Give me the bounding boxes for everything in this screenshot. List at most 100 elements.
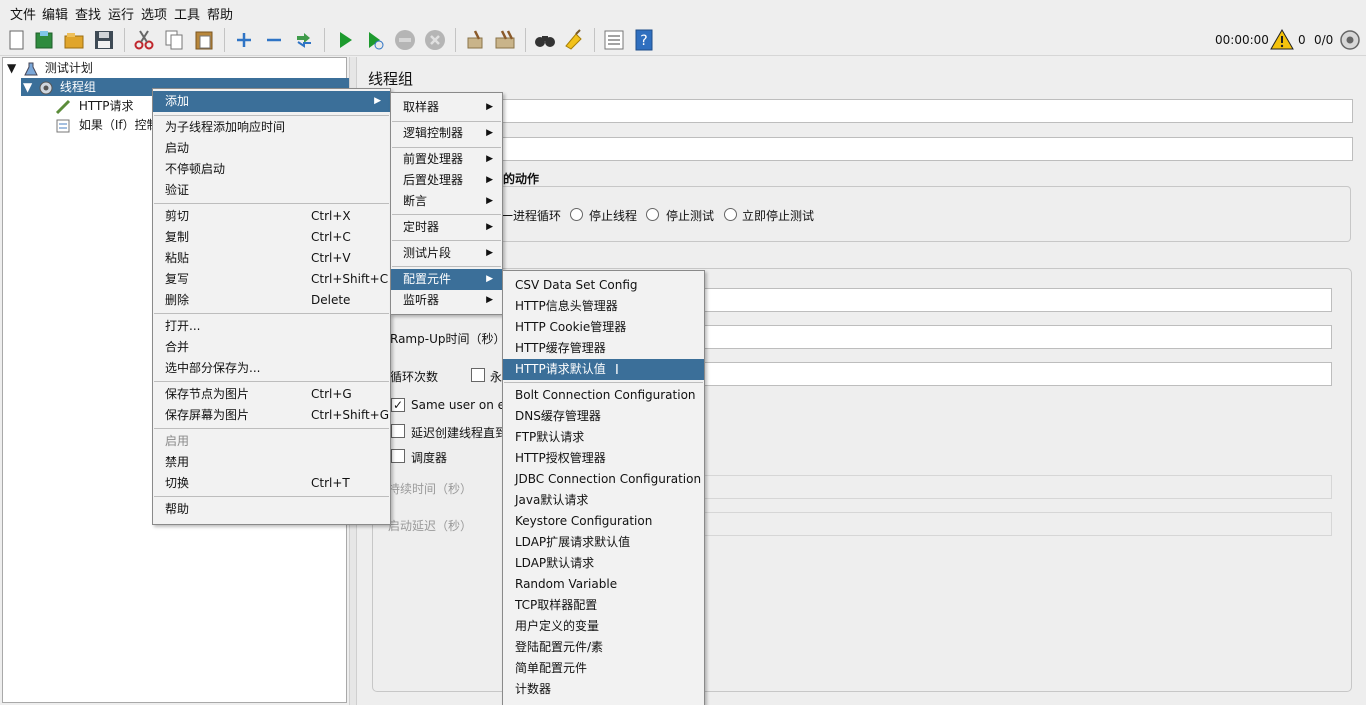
menu-item-validate[interactable]: 验证	[153, 180, 390, 201]
reset-search-icon[interactable]	[562, 28, 586, 52]
same-user-checkbox[interactable]: ✓	[391, 398, 405, 412]
comments-field[interactable]	[498, 137, 1353, 161]
menu-item-jdbc-connection[interactable]: JDBC Connection Configuration	[503, 469, 704, 490]
menu-item-cut[interactable]: 剪切 Ctrl+X	[153, 206, 390, 227]
menu-search[interactable]: 查找	[75, 4, 101, 23]
warning-icon[interactable]	[1270, 28, 1294, 52]
menu-item-http-request-defaults[interactable]: HTTP请求默认值 I	[503, 359, 704, 380]
expand-arrow-icon[interactable]: ▼	[7, 61, 16, 75]
menu-item-label: 保存节点为图片	[165, 387, 250, 401]
menu-item-start[interactable]: 启动	[153, 138, 390, 159]
remote-engines-icon[interactable]	[1339, 29, 1363, 53]
tree-node-label: 测试计划	[44, 61, 93, 75]
menu-item-add-response-time[interactable]: 为子线程添加响应时间	[153, 117, 390, 138]
menu-item-save-selection-as[interactable]: 选中部分保存为...	[153, 358, 390, 379]
menu-item-counter[interactable]: 计数器	[503, 679, 704, 700]
menu-item-bolt-connection[interactable]: Bolt Connection Configuration	[503, 385, 704, 406]
rampup-field[interactable]	[703, 325, 1332, 349]
menu-item-auth-manager[interactable]: HTTP授权管理器	[503, 448, 704, 469]
menu-item-disable[interactable]: 禁用	[153, 452, 390, 473]
menu-item-simple-config[interactable]: 简单配置元件	[503, 658, 704, 679]
menu-item-open[interactable]: 打开...	[153, 316, 390, 337]
menu-item-help[interactable]: 帮助	[153, 499, 390, 520]
scheduler-checkbox[interactable]	[391, 449, 405, 463]
menu-item-test-fragment[interactable]: 测试片段 ▶	[391, 243, 502, 264]
menu-item-ftp-defaults[interactable]: FTP默认请求	[503, 427, 704, 448]
menu-item-assertion[interactable]: 断言 ▶	[391, 191, 502, 212]
menu-item-cookie-manager[interactable]: HTTP Cookie管理器	[503, 317, 704, 338]
menu-item-save-node-image[interactable]: 保存节点为图片 Ctrl+G	[153, 384, 390, 405]
context-menu: 添加 ▶ 为子线程添加响应时间 启动 不停顿启动 验证 剪切 Ctrl+X 复制 Ct…	[152, 88, 391, 525]
menu-item-timer[interactable]: 定时器 ▶	[391, 217, 502, 238]
menu-item-paste[interactable]: 粘贴 Ctrl+V	[153, 248, 390, 269]
startup-delay-field[interactable]	[703, 512, 1332, 536]
menu-item-logic-controller[interactable]: 逻辑控制器 ▶	[391, 123, 502, 144]
menu-item-sampler[interactable]: 取样器 ▶	[391, 97, 502, 118]
toggle-icon[interactable]	[292, 28, 316, 52]
cut-icon[interactable]	[132, 28, 156, 52]
collapse-icon[interactable]	[262, 28, 286, 52]
menu-item-start-no-pauses[interactable]: 不停顿启动	[153, 159, 390, 180]
menu-tools[interactable]: 工具	[174, 4, 200, 23]
menu-item-post-processor[interactable]: 后置处理器 ▶	[391, 170, 502, 191]
tree-node-http-request[interactable]: HTTP请求	[55, 97, 134, 115]
menu-edit[interactable]: 编辑	[42, 4, 68, 23]
paste-icon[interactable]	[192, 28, 216, 52]
menu-item-tcp-config[interactable]: TCP取样器配置	[503, 595, 704, 616]
copy-icon[interactable]	[162, 28, 186, 52]
help-icon[interactable]: ?	[632, 28, 656, 52]
menu-item-random-variable[interactable]: Random Variable	[503, 574, 704, 595]
menu-help[interactable]: 帮助	[207, 4, 233, 23]
option-continue-loop[interactable]: 一进程循环	[501, 207, 561, 224]
search-icon[interactable]	[533, 28, 557, 52]
forever-checkbox[interactable]	[471, 368, 485, 382]
stop-icon[interactable]	[393, 28, 417, 52]
menu-item-user-defined-variables[interactable]: 用户定义的变量	[503, 616, 704, 637]
radio-stop-test[interactable]	[646, 208, 659, 221]
menu-item-login-config[interactable]: 登陆配置元件/素	[503, 637, 704, 658]
menu-item-copy[interactable]: 复制 Ctrl+C	[153, 227, 390, 248]
menu-item-cache-manager[interactable]: HTTP缓存管理器	[503, 338, 704, 359]
menu-item-ldap-defaults[interactable]: LDAP默认请求	[503, 553, 704, 574]
menu-item-listener[interactable]: 监听器 ▶	[391, 290, 502, 311]
menu-item-config-element[interactable]: 配置元件 ▶	[391, 269, 502, 290]
menu-options[interactable]: 选项	[141, 4, 167, 23]
expand-arrow-icon[interactable]: ▼	[23, 80, 32, 94]
expand-icon[interactable]	[232, 28, 256, 52]
shutdown-icon[interactable]	[423, 28, 447, 52]
submenu-arrow-icon: ▶	[486, 102, 493, 112]
start-icon[interactable]	[333, 28, 357, 52]
menu-item-pre-processor[interactable]: 前置处理器 ▶	[391, 149, 502, 170]
start-no-pause-icon[interactable]	[363, 28, 387, 52]
menu-item-dns-cache[interactable]: DNS缓存管理器	[503, 406, 704, 427]
radio-stop-test-now[interactable]	[724, 208, 737, 221]
tree-node-if-controller[interactable]: 如果（If）控制	[55, 116, 159, 134]
menu-item-java-defaults[interactable]: Java默认请求	[503, 490, 704, 511]
delay-thread-creation-checkbox[interactable]	[391, 424, 405, 438]
save-icon[interactable]	[92, 28, 116, 52]
menu-item-add[interactable]: 添加 ▶	[153, 91, 390, 112]
menu-item-merge[interactable]: 合并	[153, 337, 390, 358]
menu-item-save-screen-image[interactable]: 保存屏幕为图片 Ctrl+Shift+G	[153, 405, 390, 426]
name-field[interactable]	[498, 99, 1353, 123]
clear-icon[interactable]	[463, 28, 487, 52]
duration-field[interactable]	[703, 475, 1332, 499]
menu-run[interactable]: 运行	[108, 4, 134, 23]
menu-item-header-manager[interactable]: HTTP信息头管理器	[503, 296, 704, 317]
tree-node-test-plan[interactable]: ▼ 测试计划	[7, 59, 93, 77]
menu-item-keystore[interactable]: Keystore Configuration	[503, 511, 704, 532]
clear-all-icon[interactable]	[493, 28, 517, 52]
radio-stop-thread[interactable]	[570, 208, 583, 221]
open-icon[interactable]	[62, 28, 86, 52]
menu-item-toggle[interactable]: 切换 Ctrl+T	[153, 473, 390, 494]
menu-item-delete[interactable]: 删除 Delete	[153, 290, 390, 311]
menu-item-duplicate[interactable]: 复写 Ctrl+Shift+C	[153, 269, 390, 290]
menu-item-csv-data-set[interactable]: CSV Data Set Config	[503, 275, 704, 296]
function-helper-icon[interactable]	[602, 28, 626, 52]
new-icon[interactable]	[4, 28, 28, 52]
loop-count-field[interactable]	[703, 362, 1332, 386]
menu-file[interactable]: 文件	[10, 4, 36, 23]
thread-count-field[interactable]	[703, 288, 1332, 312]
menu-item-ldap-ext-defaults[interactable]: LDAP扩展请求默认值	[503, 532, 704, 553]
templates-icon[interactable]	[32, 28, 56, 52]
